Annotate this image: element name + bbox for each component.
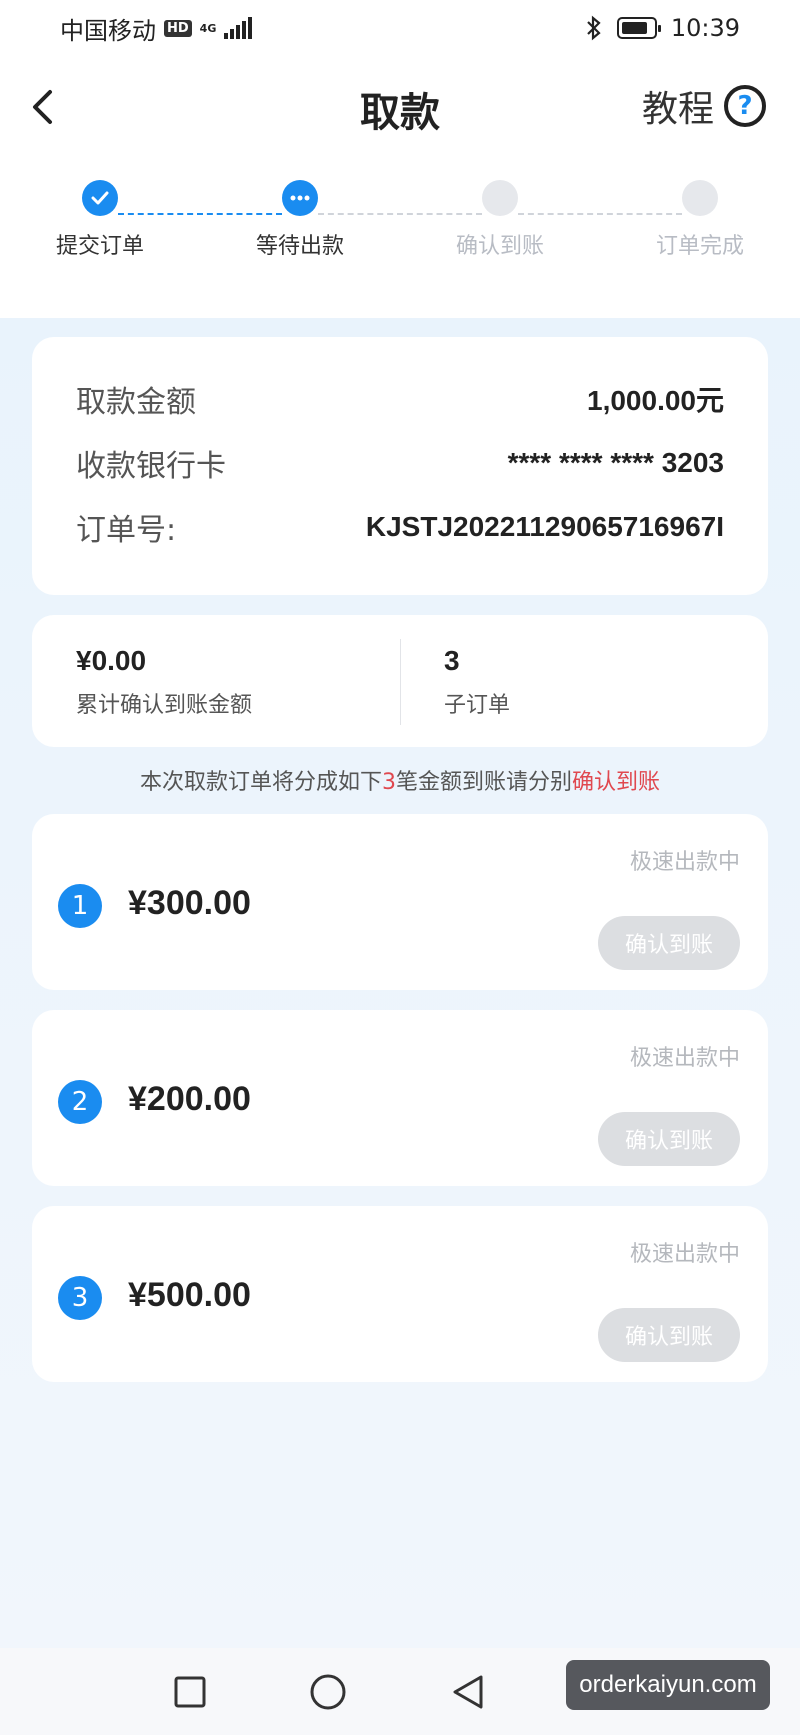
confirmed-amount-stat: ¥0.00 累计确认到账金额	[76, 645, 252, 719]
suborder-count-stat: 3 子订单	[444, 645, 510, 719]
suborder-status: 极速出款中	[629, 1046, 740, 1071]
progress-stepper: 提交订单 等待出款 确认到账 订单完成	[0, 180, 800, 280]
suborder-amount: ¥500.00	[128, 1276, 251, 1314]
confirmed-amount-label: 累计确认到账金额	[76, 693, 253, 718]
step-label: 订单完成	[655, 234, 744, 259]
suborder-index-badge: 3	[58, 1276, 102, 1320]
suborder-amount: ¥300.00	[128, 884, 251, 922]
step-label: 提交订单	[55, 234, 144, 259]
suborder-amount: ¥200.00	[128, 1080, 251, 1118]
bank-card-row: 收款银行卡 **** **** **** 3203	[76, 441, 724, 485]
question-circle-icon: ?	[724, 85, 766, 127]
bank-card-value: **** **** **** 3203	[507, 447, 724, 478]
confirm-receipt-button[interactable]: 确认到账	[598, 1308, 740, 1362]
confirm-receipt-button[interactable]: 确认到账	[598, 916, 740, 970]
split-notice: 本次取款订单将分成如下3笔金额到账请分别确认到账	[0, 764, 800, 796]
step-dot-pending	[682, 180, 718, 216]
amount-label: 取款金额	[76, 385, 196, 420]
order-number-value: KJSTJ20221129065716967I	[365, 511, 724, 542]
suborder-count-value: 3	[444, 645, 460, 676]
nav-header: 取款 教程 ?	[0, 60, 800, 156]
network-type: 4G	[199, 21, 217, 35]
ellipsis-icon	[282, 180, 318, 216]
suborder-count-label: 子订单	[444, 693, 511, 718]
suborder-status: 极速出款中	[629, 850, 740, 875]
carrier-name: 中国移动	[60, 16, 156, 45]
amount-value: 1,000.00元	[587, 385, 724, 416]
battery-fill	[621, 22, 648, 34]
status-left: 中国移动 HD 4G	[60, 11, 253, 46]
square-icon	[174, 1676, 206, 1708]
notice-highlight: 确认到账	[572, 770, 661, 795]
status-bar: 中国移动 HD 4G 10:39	[0, 0, 800, 56]
suborder-index-badge: 2	[58, 1080, 102, 1124]
home-button[interactable]	[308, 1672, 348, 1712]
recent-apps-button[interactable]	[170, 1672, 210, 1712]
bluetooth-icon	[587, 15, 601, 41]
step-awaiting-payout: 等待出款	[235, 180, 365, 260]
watermark: orderkaiyun.com	[566, 1660, 770, 1710]
stats-card: ¥0.00 累计确认到账金额 3 子订单	[32, 615, 768, 747]
check-icon	[82, 180, 118, 216]
notice-prefix: 本次取款订单将分成如下	[139, 770, 382, 795]
triangle-back-icon	[453, 1675, 483, 1709]
order-number-row: 订单号: KJSTJ20221129065716967I	[76, 505, 724, 549]
suborder-index-badge: 1	[58, 884, 102, 928]
order-number-label: 订单号:	[76, 513, 177, 548]
order-info-card: 取款金额 1,000.00元 收款银行卡 **** **** **** 3203…	[32, 337, 768, 595]
confirm-receipt-button[interactable]: 确认到账	[598, 1112, 740, 1166]
stat-divider	[400, 639, 401, 725]
suborder-card: 3 ¥500.00 极速出款中 确认到账	[32, 1206, 768, 1382]
step-submit-order: 提交订单	[35, 180, 165, 260]
step-label: 等待出款	[255, 234, 344, 259]
tutorial-label: 教程	[641, 89, 714, 130]
notice-count: 3	[381, 770, 396, 795]
battery-icon	[616, 17, 661, 39]
step-dot-pending	[482, 180, 518, 216]
clock: 10:39	[670, 14, 740, 42]
signal-icon	[224, 17, 253, 39]
circle-icon	[310, 1674, 346, 1710]
notice-middle: 笔金额到账请分别	[395, 770, 572, 795]
suborder-card: 2 ¥200.00 极速出款中 确认到账	[32, 1010, 768, 1186]
back-nav-button[interactable]	[448, 1672, 488, 1712]
suborder-card: 1 ¥300.00 极速出款中 确认到账	[32, 814, 768, 990]
step-confirm-receipt: 确认到账	[435, 180, 565, 260]
amount-row: 取款金额 1,000.00元	[76, 377, 724, 421]
status-right: 10:39	[585, 14, 740, 42]
hd-badge: HD	[164, 19, 192, 37]
bank-card-label: 收款银行卡	[76, 449, 226, 484]
suborder-status: 极速出款中	[629, 1242, 740, 1267]
tutorial-button[interactable]: 教程 ?	[642, 80, 766, 132]
step-order-complete: 订单完成	[635, 180, 765, 260]
step-label: 确认到账	[455, 234, 544, 259]
confirmed-amount-value: ¥0.00	[76, 645, 147, 676]
